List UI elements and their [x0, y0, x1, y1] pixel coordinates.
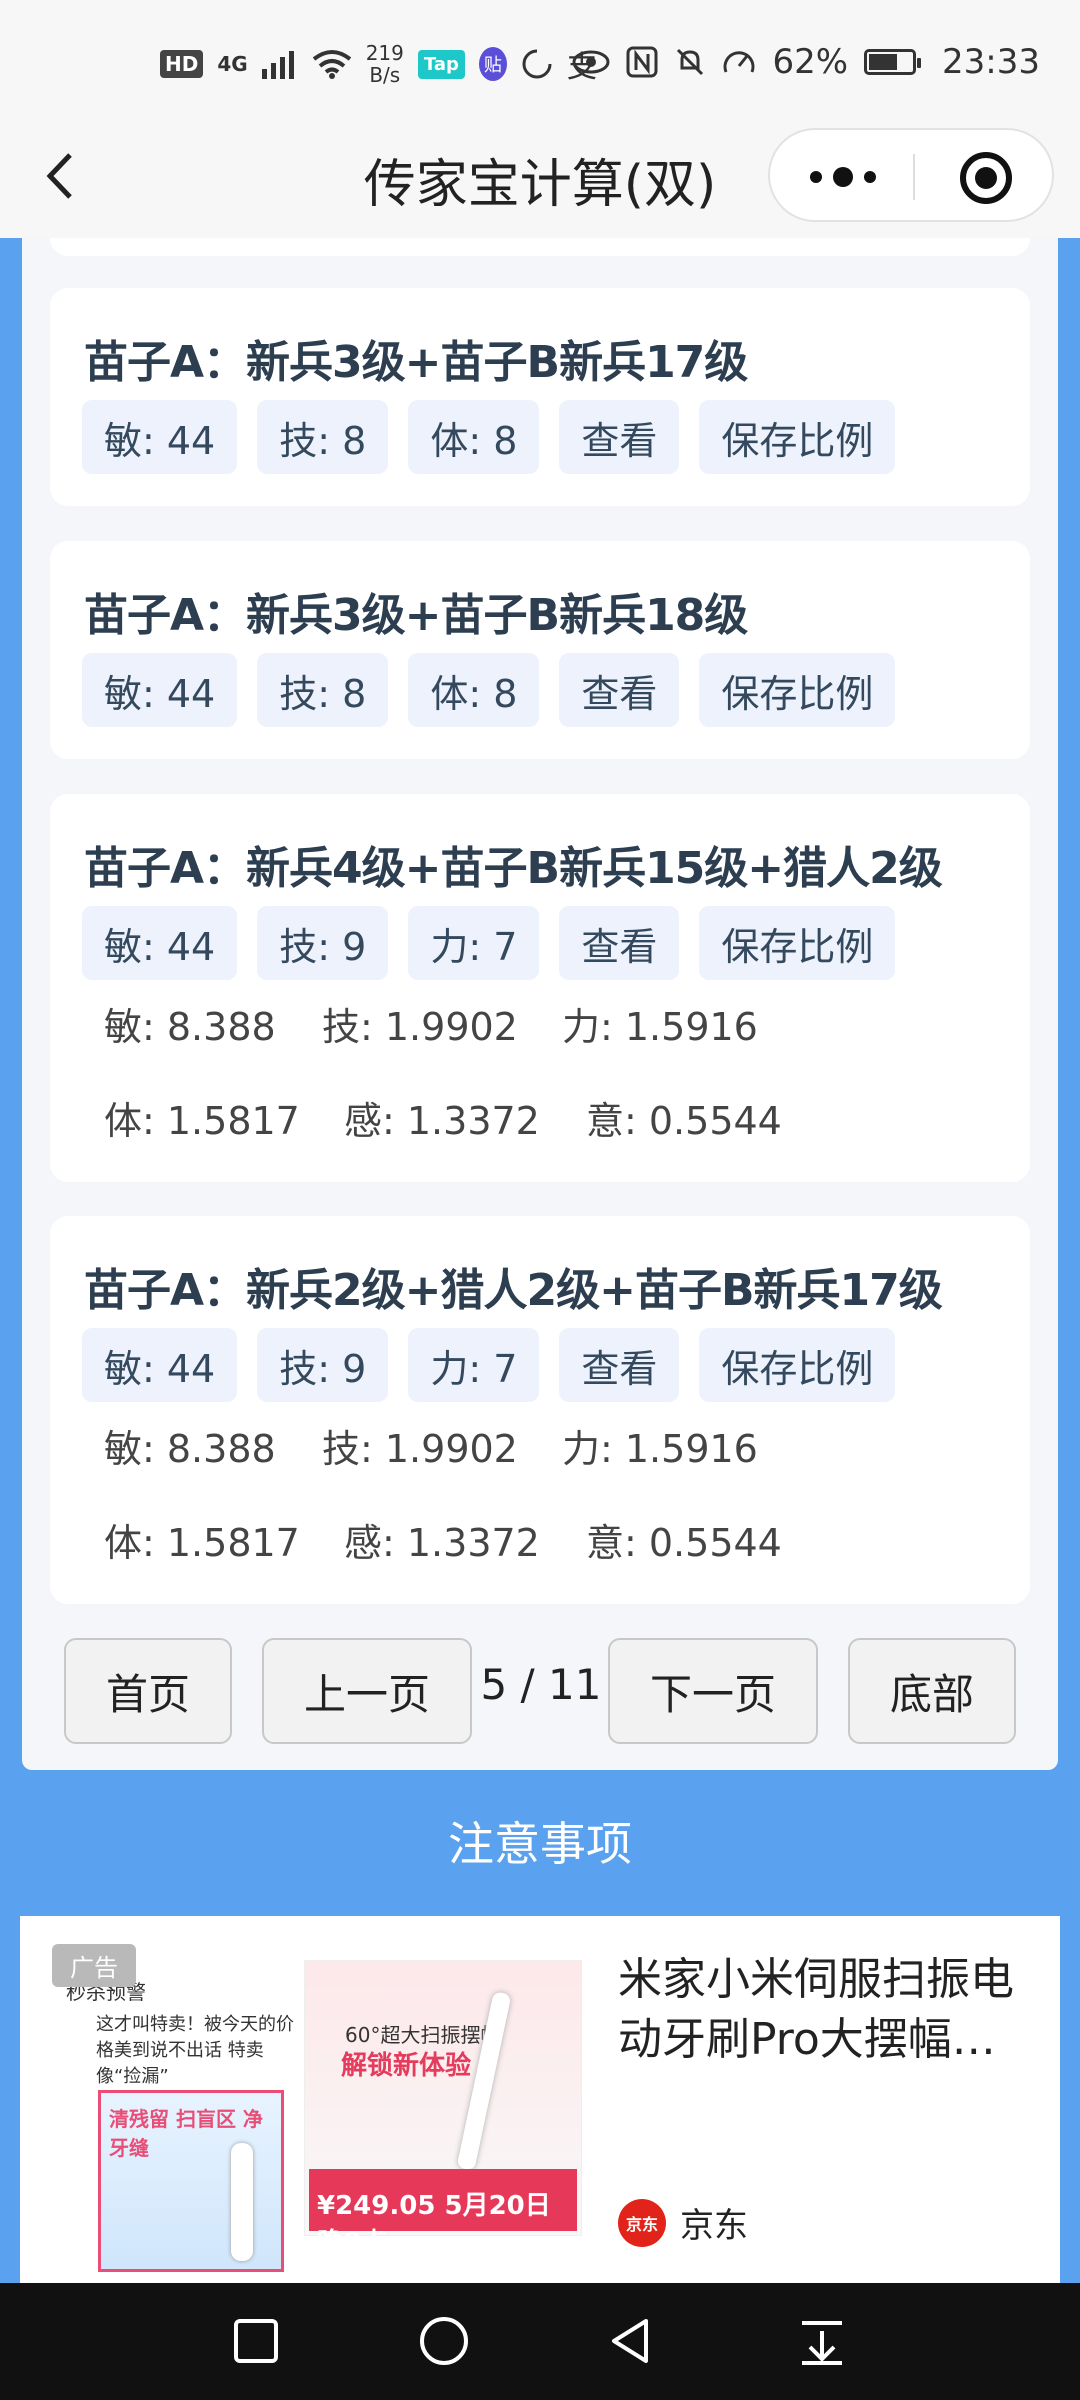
ratio-value: 敏: 8.388	[104, 1427, 276, 1471]
ad-image-2[interactable]: 60°超大扫振摆幅 解锁新体验 ¥249.05 5月20日晚8点	[304, 1960, 582, 2258]
ratio-value: 感: 1.3372	[344, 1521, 540, 1565]
stat-tag: 敏: 44	[82, 400, 238, 474]
network-label: 4G	[217, 52, 248, 76]
mini-program-capsule	[768, 128, 1054, 222]
ad-price-banner: ¥249.05 5月20日晚8点	[309, 2169, 577, 2258]
card-tags: 敏: 44 技: 8 体: 8 查看 保存比例	[82, 653, 896, 727]
result-card: 苗子A：新兵4级+苗子B新兵15级+猎人2级 敏: 44 技: 9 力: 7 查…	[50, 794, 1030, 1182]
more-dot-icon	[864, 171, 876, 183]
card-tags: 敏: 44 技: 9 力: 7 查看 保存比例	[82, 906, 896, 980]
ratio-value: 敏: 8.388	[104, 1005, 276, 1049]
ratio-value: 技: 1.9902	[322, 1427, 518, 1471]
stat-tag: 技: 9	[257, 1328, 389, 1402]
clock: 23:33	[942, 42, 1040, 82]
page-indicator: 5 / 11	[480, 1660, 602, 1709]
back-nav-icon[interactable]	[604, 2313, 660, 2369]
tie-icon: 贴	[478, 47, 507, 81]
toothbrush-icon	[231, 2143, 253, 2261]
ad-image-2-line1: 60°超大扫振摆幅	[345, 2023, 501, 2047]
stat-tag: 体: 8	[408, 400, 540, 474]
ratio-value: 感: 1.3372	[344, 1099, 540, 1143]
prev-page-button[interactable]: 上一页	[262, 1638, 472, 1744]
stat-tag: 技: 8	[257, 653, 389, 727]
save-ratio-button[interactable]: 保存比例	[699, 653, 896, 727]
card-tags: 敏: 44 技: 8 体: 8 查看 保存比例	[82, 400, 896, 474]
ratio-value: 意: 0.5544	[586, 1099, 782, 1143]
stat-tag: 体: 8	[408, 653, 540, 727]
stat-tag: 技: 8	[257, 400, 389, 474]
ratio-value: 技: 1.9902	[322, 1005, 518, 1049]
result-card: 苗子A：新兵2级+猎人2级+苗子B新兵17级 敏: 44 技: 9 力: 7 查…	[50, 1216, 1030, 1604]
stat-tag: 敏: 44	[82, 1328, 238, 1402]
card-tags: 敏: 44 技: 9 力: 7 查看 保存比例	[82, 1328, 896, 1402]
result-card: 苗子A：新兵3级+苗子B新兵17级 敏: 44 技: 8 体: 8 查看 保存比…	[50, 288, 1030, 506]
status-bar: HD 4G 219 B/s Tap 贴 支 62% 23:33	[0, 0, 1080, 135]
save-ratio-button[interactable]: 保存比例	[699, 400, 896, 474]
ratio-value: 力: 1.5916	[562, 1427, 758, 1471]
net-speed-value: 219	[365, 41, 404, 65]
view-button[interactable]: 查看	[559, 653, 680, 727]
ad-title[interactable]: 米家小米伺服扫振电动牙刷Pro大摆幅…	[618, 1950, 1038, 2070]
stat-tag: 技: 9	[257, 906, 389, 980]
ratio-value: 意: 0.5544	[586, 1521, 782, 1565]
next-page-button[interactable]: 下一页	[608, 1638, 818, 1744]
status-right-icons: 62% 23:33	[572, 42, 1040, 82]
first-page-button[interactable]: 首页	[64, 1638, 232, 1744]
stat-tag: 敏: 44	[82, 653, 238, 727]
system-nav-bar	[0, 2283, 1080, 2400]
card-title: 苗子A：新兵2级+猎人2级+苗子B新兵17级	[84, 1265, 943, 1316]
capsule-divider	[913, 154, 915, 200]
battery-icon	[864, 49, 922, 75]
view-button[interactable]: 查看	[559, 906, 680, 980]
ad-image-2-line2: 解锁新体验	[341, 2051, 472, 2081]
ad-image-1-text: 这才叫特卖！被今天的价格美到说不出话 特卖像“捡漏”	[96, 2014, 294, 2087]
stat-tag: 力: 7	[408, 906, 540, 980]
net-speed: 219 B/s	[366, 42, 404, 86]
ad-label: 广告	[52, 1944, 136, 1987]
save-ratio-button[interactable]: 保存比例	[699, 906, 896, 980]
notification-drawer-icon[interactable]	[794, 2313, 850, 2369]
save-ratio-button[interactable]: 保存比例	[699, 1328, 896, 1402]
recent-apps-icon[interactable]	[228, 2313, 284, 2369]
ad-source: 京东 京东	[618, 2198, 748, 2247]
stat-tag: 力: 7	[408, 1328, 540, 1402]
loading-icon	[522, 49, 552, 79]
bottom-button[interactable]: 底部	[848, 1638, 1016, 1744]
wifi-icon	[312, 50, 351, 79]
net-speed-unit: B/s	[369, 63, 401, 87]
hd-badge: HD	[160, 50, 204, 78]
home-icon[interactable]	[416, 2313, 472, 2369]
card-title: 苗子A：新兵3级+苗子B新兵17级	[84, 337, 748, 388]
ad-banner[interactable]: 秒杀预警 这才叫特卖！被今天的价格美到说不出话 特卖像“捡漏” 清残留 扫盲区 …	[20, 1916, 1060, 2283]
speedometer-icon	[723, 51, 755, 73]
close-target-button[interactable]	[960, 152, 1012, 204]
signal-icon	[261, 51, 294, 79]
status-left-icons: HD 4G 219 B/s Tap 贴 支	[160, 42, 597, 86]
card-title: 苗子A：新兵3级+苗子B新兵18级	[84, 590, 748, 641]
ad-image-1-box-text: 清残留 扫盲区 净牙缝	[109, 2107, 263, 2160]
card-title: 苗子A：新兵4级+苗子B新兵15级+猎人2级	[84, 843, 943, 894]
more-dot-icon	[810, 171, 822, 183]
ad-image-1[interactable]: 秒杀预警 这才叫特卖！被今天的价格美到说不出话 特卖像“捡漏” 清残留 扫盲区 …	[62, 1956, 312, 2272]
tap-icon: Tap	[417, 49, 465, 79]
ad-image-1-box: 清残留 扫盲区 净牙缝	[98, 2090, 284, 2272]
ratio-value: 力: 1.5916	[562, 1005, 758, 1049]
view-button[interactable]: 查看	[559, 1328, 680, 1402]
previous-card-edge	[50, 238, 1030, 256]
more-dot-icon	[833, 167, 853, 187]
nfc-icon	[626, 46, 658, 78]
view-button[interactable]: 查看	[559, 400, 680, 474]
battery-percent: 62%	[772, 42, 849, 82]
ad-source-name: 京东	[680, 2206, 748, 2246]
eye-icon	[572, 50, 610, 74]
more-button[interactable]	[810, 160, 876, 194]
jd-logo-icon: 京东	[618, 2198, 666, 2247]
ratio-value: 体: 1.5817	[104, 1099, 300, 1143]
title-bar: 传家宝计算(双)	[0, 120, 1080, 238]
mute-icon	[677, 48, 704, 76]
stat-tag: 敏: 44	[82, 906, 238, 980]
result-card: 苗子A：新兵3级+苗子B新兵18级 敏: 44 技: 8 体: 8 查看 保存比…	[50, 541, 1030, 759]
notice-heading: 注意事项	[448, 1817, 632, 1871]
ratio-value: 体: 1.5817	[104, 1521, 300, 1565]
